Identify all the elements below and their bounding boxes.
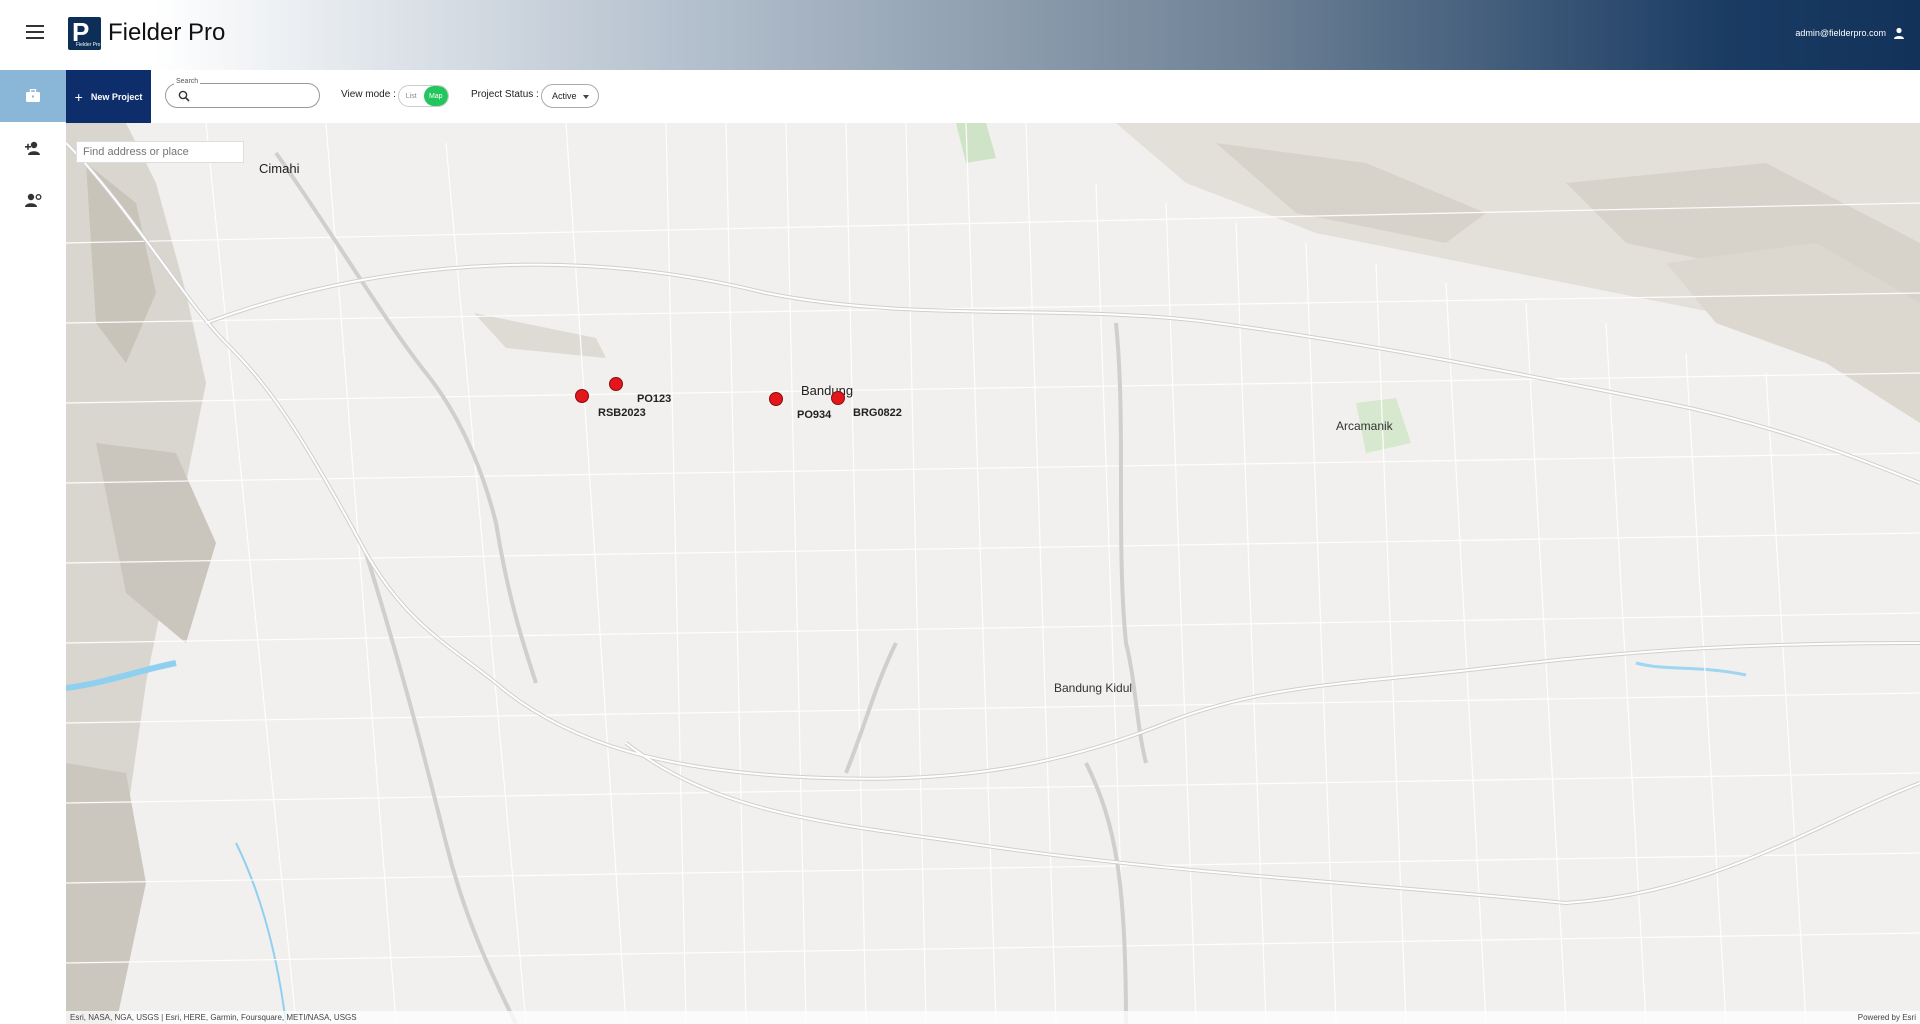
project-marker-po934[interactable] bbox=[769, 392, 783, 406]
search-label: Search bbox=[174, 78, 201, 85]
user-email[interactable]: admin@fielderpro.com bbox=[1795, 28, 1886, 38]
place-label-cimahi: Cimahi bbox=[259, 161, 300, 176]
project-label-rsb2023: RSB2023 bbox=[598, 407, 646, 419]
view-mode-list[interactable]: List bbox=[399, 86, 424, 106]
powered-by[interactable]: Powered by Esri bbox=[1858, 1013, 1916, 1022]
project-label-brg0822: BRG0822 bbox=[853, 407, 902, 419]
project-label-po934: PO934 bbox=[797, 409, 832, 421]
map-basemap bbox=[66, 123, 1920, 1024]
map-address-search[interactable] bbox=[76, 141, 244, 163]
chevron-down-icon bbox=[583, 95, 589, 99]
search-input[interactable] bbox=[194, 87, 312, 105]
account-icon[interactable] bbox=[1893, 27, 1905, 39]
add-person-icon bbox=[25, 141, 40, 155]
project-status-select[interactable]: Active bbox=[541, 84, 599, 108]
project-marker-po123[interactable] bbox=[609, 377, 623, 391]
map-attribution: Esri, NASA, NGA, USGS | Esri, HERE, Garm… bbox=[66, 1011, 1920, 1024]
project-status-label: Project Status : bbox=[471, 89, 539, 100]
view-mode-toggle[interactable]: List Map bbox=[398, 85, 449, 107]
app-logo: P Fielder Pro bbox=[68, 17, 101, 50]
manage-accounts-icon bbox=[25, 193, 42, 207]
project-marker-rsb2023[interactable] bbox=[575, 389, 589, 403]
plus-icon: + bbox=[74, 88, 83, 105]
project-marker-brg0822[interactable] bbox=[831, 391, 845, 405]
project-label-po123: PO123 bbox=[637, 393, 672, 405]
rail-item-projects[interactable] bbox=[0, 70, 66, 122]
app-header: P Fielder Pro Fielder Pro admin@fielderp… bbox=[0, 0, 1920, 70]
place-label-bandung: Bandung bbox=[801, 383, 854, 398]
search-field[interactable] bbox=[165, 83, 320, 108]
app-title: Fielder Pro bbox=[108, 19, 226, 46]
search-icon bbox=[178, 90, 190, 102]
side-rail bbox=[0, 70, 66, 1024]
menu-icon[interactable] bbox=[26, 25, 44, 39]
map-view[interactable]: Cimahi Bandung Arcamanik Bandung Kidul R… bbox=[66, 123, 1920, 1024]
rail-item-manage-users[interactable] bbox=[0, 174, 66, 226]
new-project-button[interactable]: + New Project bbox=[66, 70, 151, 123]
view-mode-map[interactable]: Map bbox=[423, 86, 448, 106]
view-mode-label: View mode : bbox=[341, 89, 396, 100]
toolbar: + New Project Search View mode : List Ma… bbox=[66, 70, 1920, 123]
place-label-bandung-kidul: Bandung Kidul bbox=[1054, 681, 1133, 695]
place-label-arcamanik: Arcamanik bbox=[1336, 419, 1393, 433]
rail-item-add-user[interactable] bbox=[0, 122, 66, 174]
briefcase-icon bbox=[26, 89, 40, 102]
